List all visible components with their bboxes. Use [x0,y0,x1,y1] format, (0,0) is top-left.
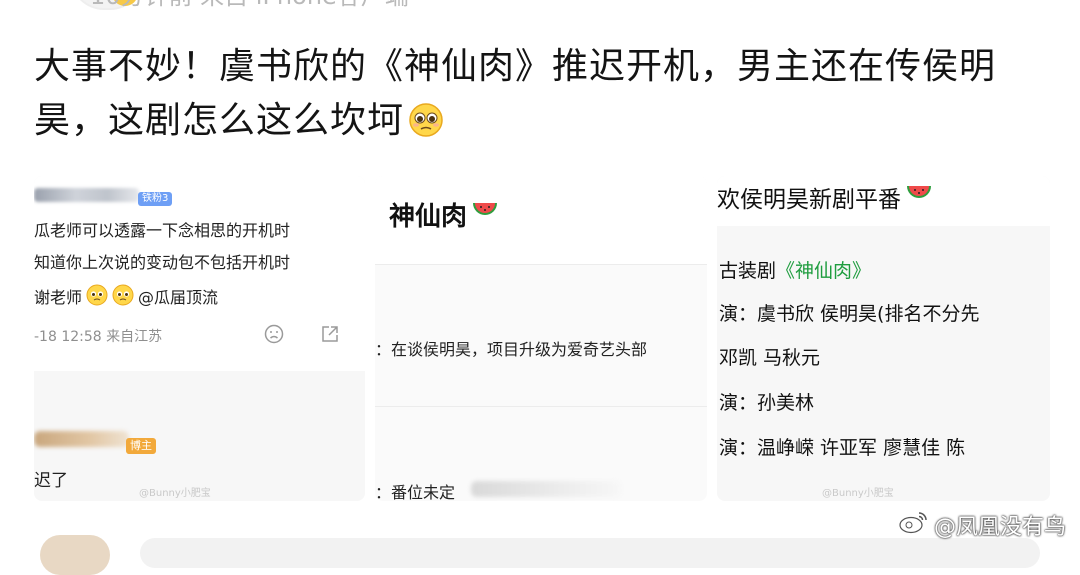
comment-screenshot: 铁粉3 瓜老师可以透露一下念相思的开机时 知道你上次说的变动包不包括开机时 谢老… [34,176,365,371]
info-row: ：番位未定 [375,483,456,501]
card-header: 欢侯明昊新剧平番 [717,176,1050,226]
card-title: 神仙肉 [389,196,499,233]
comment-line-2: 知道你上次说的变动包不包括开机时 [34,253,291,272]
post-body: 大事不妙！虞书欣的《神仙肉》推迟开机，男主还在传侯明昊，这剧怎么这么坎坷 [34,46,997,141]
card-title: 欢侯明昊新剧平番 [717,180,933,214]
comment-input[interactable] [140,538,1040,568]
avatar[interactable] [40,535,110,575]
genre-label: 古装剧 [719,260,777,282]
pleading-face-emoji [112,284,134,312]
fan-level-badge: 铁粉3 [138,192,173,206]
card-title-text: 神仙肉 [389,202,468,232]
card-title-text: 欢侯明昊新剧平番 [717,187,901,213]
blurred-text [471,481,621,497]
divider [375,406,707,407]
image-watermark: @Bunny小肥宝 [139,488,211,499]
image-card-3[interactable]: 欢侯明昊新剧平番 古装剧《神仙肉》 演：虞书欣 侯明昊(排名不分先 邓凯 马秋元… [717,176,1050,501]
post-text: 大事不妙！虞书欣的《神仙肉》推迟开机，男主还在传侯明昊，这剧怎么这么坎坷 [34,40,1054,154]
pleading-face-emoji [86,284,108,312]
blurred-username [34,188,139,202]
post-meta-text: 10分钟前 来自 iPhone客户端 [90,0,409,11]
dislike-face-icon[interactable] [264,324,284,348]
drama-genre: 古装剧《神仙肉》 [719,256,871,283]
pleading-face-emoji [408,100,444,154]
post-meta: 10分钟前 来自 iPhone客户端 [90,0,409,11]
image-card-2[interactable]: 神仙肉 ：在谈侯明昊，项目升级为爱奇艺头部 ：番位未定 [375,176,707,501]
card-header: 神仙肉 [375,176,707,264]
blurred-username [34,431,129,447]
image-card-1[interactable]: 铁粉3 瓜老师可以透露一下念相思的开机时 知道你上次说的变动包不包括开机时 谢老… [34,176,365,501]
comment-actions [264,324,340,348]
share-icon[interactable] [320,324,340,348]
watermark-text: @凤凰没有鸟 [933,515,1066,540]
host-badge: 博主 [126,438,156,454]
comment-timestamp: -18 12:58 来自江苏 [34,329,163,345]
comment-line-3-text: 谢老师 [34,288,83,307]
drama-name: 《神仙肉》 [776,260,872,282]
image-watermark: @Bunny小肥宝 [822,488,894,499]
comment-line-3: 谢老师 @瓜届顶流 [34,284,218,312]
weibo-watermark: @凤凰没有鸟 [898,509,1066,541]
cast-line-4: 演：温峥嵘 许亚军 廖慧佳 陈 [719,437,966,459]
comment-line-1: 瓜老师可以透露一下念相思的开机时 [34,221,291,240]
mention-link[interactable]: @瓜届顶流 [138,287,218,309]
watermelon-icon [471,199,499,230]
weibo-logo-icon [898,510,928,540]
cast-line-3: 演：孙美林 [719,392,815,414]
watermelon-icon [905,182,933,212]
info-row: ：在谈侯明昊，项目升级为爱奇艺头部 [375,340,648,359]
reply-text: 迟了 [34,471,68,491]
divider [375,264,707,265]
cast-line-1: 演：虞书欣 侯明昊(排名不分先 [719,303,980,325]
cast-line-2: 邓凯 马秋元 [719,347,821,369]
